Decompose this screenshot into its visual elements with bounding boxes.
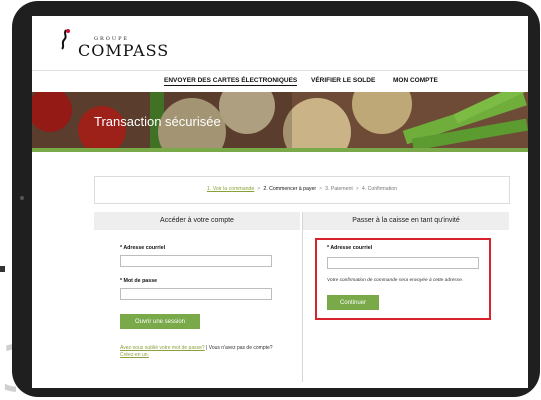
tablet-screen: GROUPE COMPASS ENVOYER DES CARTES ÉLECTR… [32,16,528,388]
breadcrumb-step-4: 4. Confirmation [361,186,398,192]
breadcrumb-separator: > [257,186,261,192]
background-mark [0,266,5,272]
guest-email-highlight-box [315,238,491,320]
banner-title: Transaction sécurisée [94,114,221,129]
login-help-separator: | [206,345,208,351]
breadcrumb-step-1[interactable]: 1. Voir la commande [207,186,254,192]
banner-divider [32,148,528,152]
logo-company-text: COMPASS [78,41,170,60]
compass-logo-mark-icon [61,29,70,50]
login-password-input[interactable] [120,288,272,300]
open-session-button[interactable]: Ouvrir une session [120,314,200,329]
tablet-camera [20,196,24,200]
breadcrumb-step-2: 2. Commencer à payer [263,186,317,192]
login-password-label: * Mot de passe [120,278,158,284]
login-heading: Accéder à votre compte [94,212,300,230]
nav-my-account[interactable]: MON COMPTE [393,77,438,84]
guest-checkout-heading: Passer à la caisse en tant qu'invité [303,212,509,230]
breadcrumb-separator: > [355,186,359,192]
create-account-link[interactable]: Créez-en un. [120,352,149,358]
breadcrumb-step-3: 3. Paiement [325,186,353,192]
nav-send-ecards[interactable]: ENVOYER DES CARTES ÉLECTRONIQUES [164,77,298,86]
compass-logo[interactable]: GROUPE COMPASS [56,24,176,60]
forgot-password-link[interactable]: Avez-vous oublié votre mot de passe? [120,345,205,351]
checkout-breadcrumb: 1. Voir la commande >2. Commencer à payer… [94,176,510,204]
main-nav: ENVOYER DES CARTES ÉLECTRONIQUES VÉRIFIE… [32,70,528,93]
login-help-text: Avez-vous oublié votre mot de passe? | V… [120,345,280,359]
login-email-label: * Adresse courriel [120,245,166,251]
login-panel: Accéder à votre compte * Adresse courrie… [94,212,300,382]
no-account-text: Vous n'avez pas de compte? [208,345,273,351]
login-email-input[interactable] [120,255,272,267]
breadcrumb-separator: > [319,186,323,192]
nav-check-balance[interactable]: VÉRIFIER LE SOLDE [311,77,375,84]
